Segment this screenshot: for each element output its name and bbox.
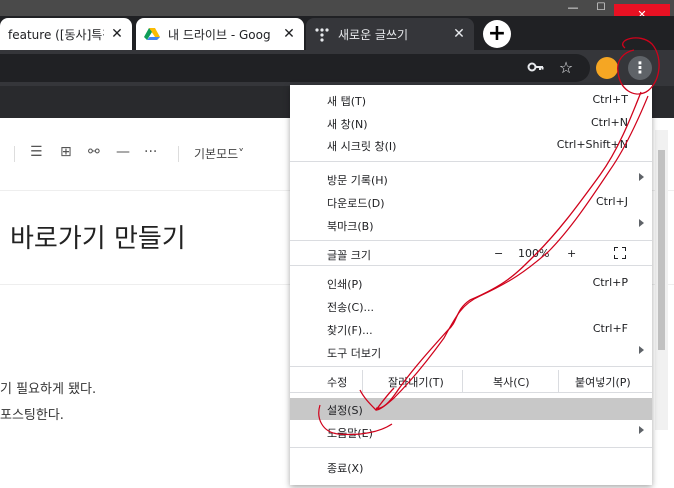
menu-separator (290, 447, 652, 448)
menu-label: 북마크(B) (327, 220, 374, 233)
tab-google-drive[interactable]: 내 드라이브 - Goog ✕ (136, 18, 304, 50)
copy-button[interactable]: 복사(C) (493, 374, 530, 390)
submenu-arrow-icon (639, 219, 644, 227)
google-drive-icon (144, 26, 160, 42)
post-title[interactable]: 바로가기 만들기 (10, 218, 186, 255)
tistory-icon (314, 26, 330, 42)
menu-separator (290, 240, 652, 241)
chrome-main-menu: 새 탭(T) Ctrl+T 새 창(N) Ctrl+N 새 시크릿 창(I) C… (290, 85, 652, 485)
menu-label: 도구 더보기 (327, 347, 382, 360)
tab-close-icon[interactable]: ✕ (452, 26, 466, 42)
menu-shortcut: Ctrl+T (592, 93, 628, 106)
minimize-button[interactable]: — (560, 0, 586, 16)
divider-line-icon[interactable]: — (116, 144, 130, 160)
menu-label: 수정 (327, 376, 348, 389)
link-icon[interactable]: ⚯ (88, 144, 100, 160)
menu-item-edit: 수정 잘라내기(T) 복사(C) 붙여넣기(P) (290, 370, 652, 392)
submenu-arrow-icon (639, 173, 644, 181)
menu-item-settings[interactable]: 설정(S) (290, 398, 652, 420)
menu-shortcut: Ctrl+N (590, 116, 628, 129)
menu-shortcut: Ctrl+P (592, 276, 628, 289)
menu-label: 인쇄(P) (327, 278, 363, 291)
menu-separator (290, 392, 652, 393)
menu-label: 새 탭(T) (327, 95, 367, 108)
browser-toolbar: ☆ (0, 50, 674, 86)
menu-label: 종료(X) (327, 462, 364, 475)
menu-item-incognito[interactable]: 새 시크릿 창(I) Ctrl+Shift+N (290, 134, 652, 156)
menu-shortcut: Ctrl+Shift+N (556, 138, 628, 151)
menu-item-downloads[interactable]: 다운로드(D) Ctrl+J (290, 191, 652, 213)
menu-separator (290, 161, 652, 162)
menu-shortcut: Ctrl+F (592, 322, 628, 335)
paste-button[interactable]: 붙여넣기(P) (575, 374, 631, 390)
body-text[interactable]: 기 필요하게 됐다. (0, 378, 96, 397)
menu-item-history[interactable]: 방문 기록(H) (290, 168, 652, 190)
toolbar-divider (178, 146, 179, 162)
menu-label: 전송(C)... (327, 301, 374, 314)
edit-divider (362, 370, 363, 392)
menu-item-bookmarks[interactable]: 북마크(B) (290, 214, 652, 236)
menu-shortcut: Ctrl+J (595, 195, 628, 208)
list-icon[interactable]: ☰ (30, 144, 43, 160)
menu-label: 새 창(N) (327, 118, 368, 131)
tab-strip: feature ([동사]특징 ✕ 내 드라이브 - Goog ✕ 새로운 글쓰… (0, 16, 674, 50)
tab-label: 새로운 글쓰기 (338, 27, 409, 42)
tab-new-post[interactable]: 새로운 글쓰기 ✕ (306, 18, 474, 50)
menu-item-more-tools[interactable]: 도구 더보기 (290, 341, 652, 363)
maximize-button[interactable]: ☐ (588, 0, 614, 16)
tab-close-icon[interactable]: ✕ (282, 26, 296, 42)
menu-label: 설정(S) (327, 404, 363, 417)
chevron-down-icon: ˅ (238, 147, 245, 161)
menu-item-zoom: 글꼴 크기 − 100% + (290, 243, 652, 265)
tab-label: feature ([동사]특징 (8, 27, 104, 42)
bookmark-star-icon[interactable]: ☆ (556, 58, 576, 78)
tab-feature[interactable]: feature ([동사]특징 ✕ (0, 18, 132, 50)
zoom-level: 100% (518, 247, 550, 260)
menu-label: 글꼴 크기 (327, 249, 371, 262)
menu-item-exit[interactable]: 종료(X) (290, 456, 652, 478)
avatar[interactable] (596, 57, 618, 79)
menu-label: 새 시크릿 창(I) (327, 140, 397, 153)
menu-item-help[interactable]: 도움말(E) (290, 421, 652, 443)
scrollbar-thumb[interactable] (658, 150, 665, 350)
menu-item-new-window[interactable]: 새 창(N) Ctrl+N (290, 112, 652, 134)
menu-item-new-tab[interactable]: 새 탭(T) Ctrl+T (290, 89, 652, 111)
editor-mode-label: 기본모드 (194, 147, 239, 161)
menu-item-print[interactable]: 인쇄(P) Ctrl+P (290, 272, 652, 294)
submenu-arrow-icon (639, 346, 644, 354)
edit-divider (558, 370, 559, 392)
toolbar-divider (14, 146, 15, 162)
scrollbar[interactable] (655, 130, 668, 430)
fullscreen-icon[interactable] (613, 246, 627, 260)
new-tab-button[interactable]: + (483, 20, 511, 48)
title-bar: — ☐ (0, 0, 674, 16)
submenu-arrow-icon (639, 426, 644, 434)
menu-label: 방문 기록(H) (327, 174, 388, 187)
more-icon[interactable]: ··· (144, 144, 157, 160)
menu-label: 찾기(F)... (327, 324, 373, 337)
table-icon[interactable]: ⊞ (60, 144, 72, 160)
zoom-out-button[interactable]: − (494, 247, 503, 260)
edit-divider (462, 370, 463, 392)
tab-close-icon[interactable]: ✕ (110, 26, 124, 42)
menu-label: 도움말(E) (327, 427, 373, 440)
key-icon[interactable] (526, 58, 546, 78)
zoom-in-button[interactable]: + (567, 247, 576, 260)
menu-separator (290, 366, 652, 367)
cut-button[interactable]: 잘라내기(T) (388, 374, 444, 390)
address-bar[interactable] (0, 54, 590, 82)
menu-item-cast[interactable]: 전송(C)... (290, 295, 652, 317)
menu-separator (290, 265, 652, 266)
body-text[interactable]: 포스팅한다. (0, 404, 64, 423)
editor-mode-select[interactable]: 기본모드˅ (194, 145, 244, 162)
menu-label: 다운로드(D) (327, 197, 385, 210)
chrome-menu-button[interactable]: ⋮ (628, 56, 652, 80)
menu-item-find[interactable]: 찾기(F)... Ctrl+F (290, 318, 652, 340)
tab-label: 내 드라이브 - Goog (168, 27, 271, 42)
